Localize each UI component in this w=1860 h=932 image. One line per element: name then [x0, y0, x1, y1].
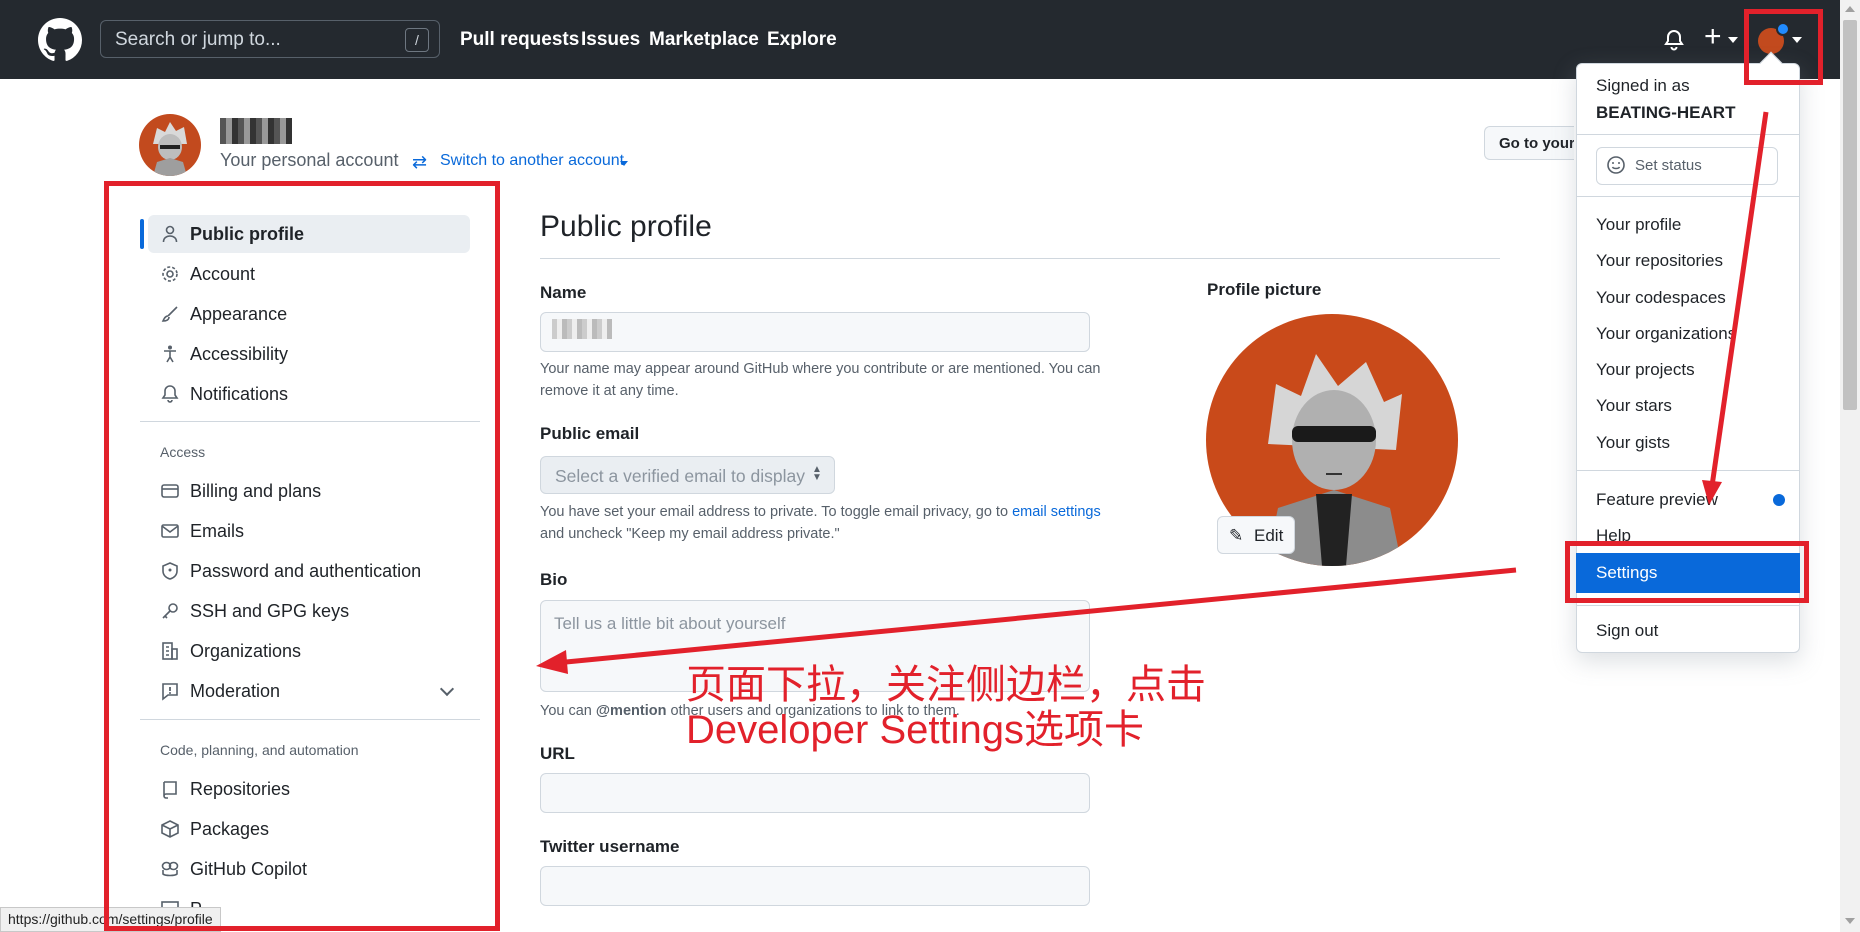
arrow-head-settings [1702, 480, 1722, 505]
annotation-text-line1: 页面下拉，关注侧边栏，点击 [686, 663, 1206, 707]
arrow-head-sidebar [536, 650, 568, 674]
arrow-to-sidebar [565, 567, 1517, 665]
arrow-to-settings [1709, 111, 1769, 487]
annotation-text-line2: Developer Settings选项卡 [686, 708, 1144, 752]
annotation-arrows [536, 111, 1769, 674]
